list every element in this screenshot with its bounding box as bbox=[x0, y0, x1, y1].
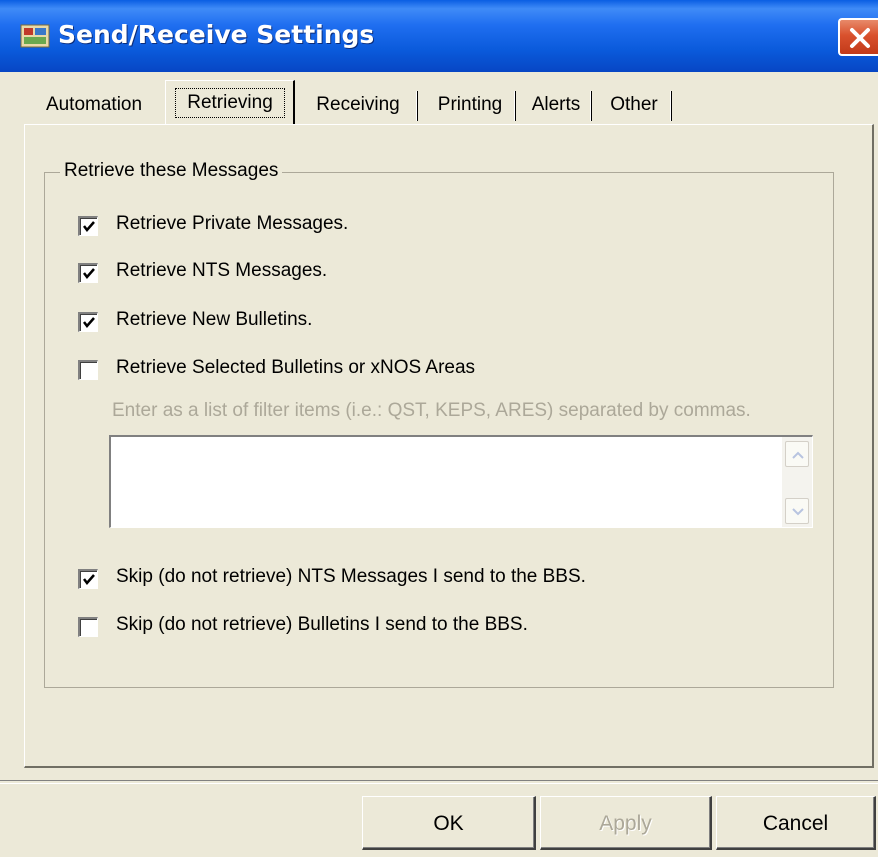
chevron-up-icon bbox=[792, 451, 804, 459]
cancel-button[interactable]: Cancel bbox=[716, 796, 876, 850]
app-icon bbox=[20, 22, 50, 50]
checkbox[interactable] bbox=[78, 617, 98, 637]
checkbox-label: Retrieve NTS Messages. bbox=[116, 260, 328, 281]
checkbox[interactable] bbox=[78, 569, 98, 589]
filter-hint: Enter as a list of filter items (i.e.: Q… bbox=[112, 400, 751, 421]
window-title: Send/Receive Settings bbox=[58, 20, 375, 49]
checkbox[interactable] bbox=[78, 263, 98, 283]
tab-label: Automation bbox=[45, 94, 143, 115]
tab-label: Retrieving bbox=[175, 88, 285, 118]
checkbox[interactable] bbox=[78, 360, 98, 380]
checkbox[interactable] bbox=[78, 216, 98, 236]
tab-label: Printing bbox=[437, 94, 503, 115]
tab-label: Other bbox=[610, 94, 658, 115]
tab-receiving[interactable]: Receiving bbox=[298, 88, 418, 122]
dialog-window: Send/Receive Settings Automation Retriev… bbox=[0, 0, 878, 857]
scroll-down-button[interactable] bbox=[785, 498, 809, 524]
checkbox[interactable] bbox=[78, 312, 98, 332]
title-bar[interactable]: Send/Receive Settings bbox=[0, 0, 878, 72]
check-icon bbox=[83, 221, 95, 232]
tab-printing[interactable]: Printing bbox=[424, 88, 516, 122]
checkbox-label: Retrieve New Bulletins. bbox=[116, 309, 313, 330]
tab-automation[interactable]: Automation bbox=[28, 88, 160, 122]
checkbox-label: Skip (do not retrieve) NTS Messages I se… bbox=[116, 566, 586, 587]
scrollbar[interactable] bbox=[782, 437, 812, 527]
checkbox-label: Retrieve Selected Bulletins or xNOS Area… bbox=[116, 357, 476, 378]
retrieve-group bbox=[44, 172, 834, 688]
tab-alerts[interactable]: Alerts bbox=[520, 88, 592, 122]
checkbox-label: Skip (do not retrieve) Bulletins I send … bbox=[116, 614, 528, 635]
tab-other[interactable]: Other bbox=[596, 88, 672, 122]
checkbox-label: Retrieve Private Messages. bbox=[116, 213, 349, 234]
group-title: Retrieve these Messages bbox=[60, 160, 283, 182]
tab-retrieving[interactable]: Retrieving bbox=[165, 80, 295, 124]
check-icon bbox=[83, 268, 95, 279]
tab-label: Alerts bbox=[531, 94, 581, 115]
close-icon bbox=[850, 28, 870, 48]
ok-button[interactable]: OK bbox=[362, 796, 536, 850]
check-icon bbox=[83, 317, 95, 328]
chevron-down-icon bbox=[792, 508, 804, 516]
divider bbox=[0, 780, 878, 784]
apply-button[interactable]: Apply bbox=[540, 796, 712, 850]
scroll-up-button[interactable] bbox=[785, 441, 809, 467]
check-icon bbox=[83, 574, 95, 585]
close-button[interactable] bbox=[838, 18, 878, 56]
filter-textarea[interactable] bbox=[109, 435, 813, 528]
tab-label: Receiving bbox=[316, 94, 400, 115]
